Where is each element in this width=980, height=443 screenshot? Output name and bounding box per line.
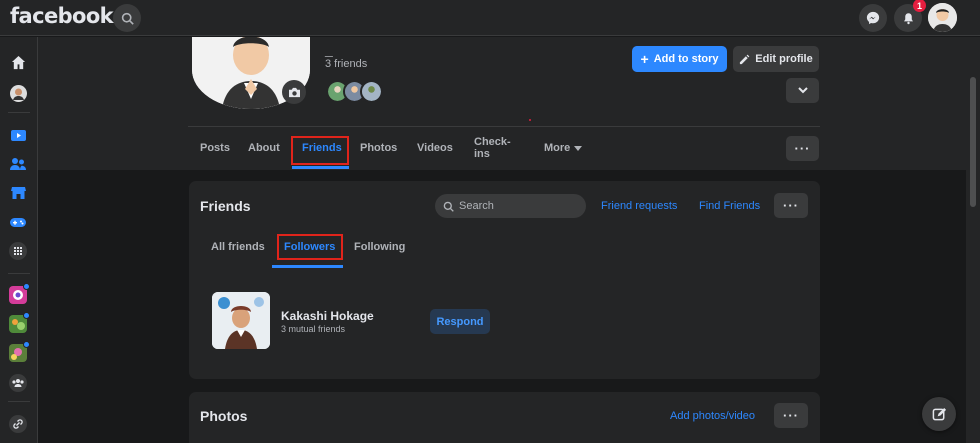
tab-more[interactable]: More <box>544 127 583 169</box>
more-options-icon: ··· <box>783 198 799 213</box>
friends-shortcut[interactable] <box>9 155 27 173</box>
profile-name: _ <box>325 42 333 58</box>
unread-dot <box>23 283 30 290</box>
more-options-icon: ··· <box>794 141 811 156</box>
scrollbar-thumb[interactable] <box>970 77 976 207</box>
home-shortcut[interactable] <box>9 53 27 71</box>
menu-grid-icon <box>9 242 27 260</box>
rail-divider <box>8 112 30 113</box>
decorative-dot <box>529 119 531 121</box>
profile-shortcut[interactable] <box>9 84 27 102</box>
search-icon <box>443 201 454 212</box>
friends-card-title: Friends <box>200 198 251 214</box>
tab-about[interactable]: About <box>248 127 280 169</box>
photos-card-title: Photos <box>200 408 248 424</box>
profile-avatar <box>9 84 27 102</box>
caret-down-icon <box>574 145 583 151</box>
unread-dot <box>23 341 30 348</box>
follower-mutual-friends[interactable]: 3 mutual friends <box>281 324 345 334</box>
profile-more-options-button[interactable]: ··· <box>786 136 819 161</box>
messenger-button[interactable] <box>859 4 887 32</box>
link-shortcut[interactable] <box>9 415 27 433</box>
pencil-icon <box>740 54 750 64</box>
messenger-icon <box>866 11 880 25</box>
notification-badge: 1 <box>913 0 926 12</box>
rail-divider <box>8 401 30 402</box>
expand-profile-button[interactable] <box>786 78 819 103</box>
gaming-shortcut[interactable] <box>9 213 27 231</box>
friends-more-options-button[interactable]: ··· <box>774 193 808 218</box>
new-message-button[interactable] <box>922 397 956 431</box>
tab-videos[interactable]: Videos <box>417 127 453 169</box>
unread-dot <box>23 312 30 319</box>
menu-shortcut[interactable] <box>9 242 27 260</box>
highlight-box-friends-tab <box>291 136 349 165</box>
plus-icon: + <box>640 51 649 67</box>
compose-icon <box>932 407 946 420</box>
bell-icon <box>903 12 913 24</box>
facebook-logo[interactable]: facebook <box>10 4 114 28</box>
page-scrollbar[interactable] <box>966 37 980 443</box>
search-button[interactable] <box>113 4 141 32</box>
groups-shortcut[interactable] <box>9 374 27 392</box>
friends-search[interactable] <box>435 194 586 218</box>
gaming-icon <box>10 217 26 227</box>
marketplace-shortcut[interactable] <box>9 184 27 202</box>
change-photo-button[interactable] <box>282 80 306 104</box>
follower-photo[interactable] <box>212 292 270 349</box>
edit-profile-button[interactable]: Edit profile <box>733 46 819 72</box>
friends-count[interactable]: 3 friends <box>325 58 367 70</box>
home-icon <box>11 55 25 69</box>
groups-icon <box>9 374 27 392</box>
photos-more-options-button[interactable]: ··· <box>774 403 808 428</box>
respond-button[interactable]: Respond <box>430 309 490 334</box>
friend-avatar[interactable] <box>360 80 383 103</box>
group-shortcut-3[interactable] <box>9 341 30 362</box>
tab-photos[interactable]: Photos <box>360 127 397 169</box>
notifications-button[interactable]: 1 <box>894 0 926 32</box>
tab-posts[interactable]: Posts <box>200 127 230 169</box>
subtab-following[interactable]: Following <box>354 241 405 253</box>
active-tab-indicator <box>292 166 349 169</box>
follower-name[interactable]: Kakashi Hokage <box>281 309 374 323</box>
account-avatar[interactable] <box>928 3 957 32</box>
left-shortcut-rail <box>0 37 38 443</box>
find-friends-link[interactable]: Find Friends <box>699 200 760 212</box>
active-subtab-indicator <box>272 265 343 268</box>
highlight-box-followers <box>277 234 343 260</box>
camera-icon <box>288 87 300 97</box>
rail-divider <box>8 273 30 274</box>
friends-search-input[interactable] <box>459 200 579 212</box>
link-icon <box>9 415 27 433</box>
search-icon <box>121 12 134 25</box>
marketplace-icon <box>10 187 26 199</box>
more-options-icon: ··· <box>783 408 799 423</box>
add-to-story-button[interactable]: + Add to story <box>632 46 727 72</box>
watch-icon <box>10 129 26 141</box>
top-navigation-bar: facebook 1 <box>0 0 980 36</box>
watch-shortcut[interactable] <box>9 126 27 144</box>
group-shortcut-2[interactable] <box>9 312 30 333</box>
friend-requests-link[interactable]: Friend requests <box>601 200 677 212</box>
subtab-all-friends[interactable]: All friends <box>211 241 265 253</box>
group-shortcut-1[interactable] <box>9 283 30 304</box>
tab-check-ins[interactable]: Check-ins <box>474 127 511 169</box>
friends-icon <box>10 158 26 170</box>
chevron-down-icon <box>797 87 808 94</box>
add-photos-link[interactable]: Add photos/video <box>670 410 755 422</box>
